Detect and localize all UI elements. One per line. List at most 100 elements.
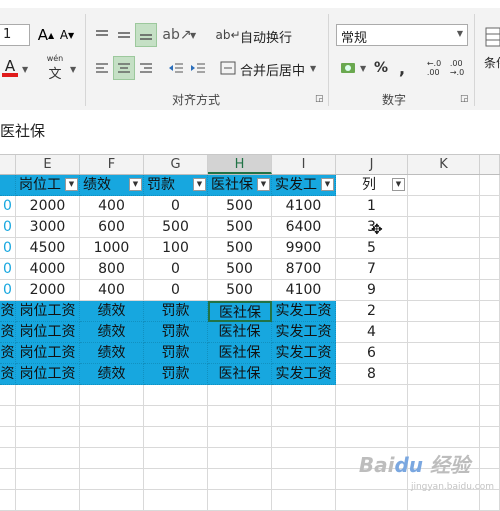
empty-cell[interactable]	[272, 469, 336, 490]
empty-cell[interactable]	[408, 301, 480, 322]
empty-cell[interactable]	[336, 406, 408, 427]
column-header-L[interactable]	[480, 155, 500, 174]
label-cell[interactable]: 岗位工资	[16, 364, 80, 385]
empty-cell[interactable]	[408, 196, 480, 217]
empty-cell[interactable]	[272, 427, 336, 448]
empty-cell[interactable]	[208, 406, 272, 427]
data-cell[interactable]: 0	[144, 259, 208, 280]
cell-D[interactable]: 0	[0, 196, 16, 217]
wrap-text-button[interactable]: 自动换行	[240, 27, 292, 46]
label-cell[interactable]: 实发工资	[272, 301, 336, 322]
column-header-I[interactable]: I	[272, 155, 336, 174]
conditional-format-icon[interactable]	[484, 24, 500, 50]
data-cell[interactable]: 500	[144, 217, 208, 238]
empty-cell[interactable]	[480, 238, 500, 259]
empty-cell[interactable]	[80, 406, 144, 427]
data-cell[interactable]: 8	[336, 364, 408, 385]
align-bottom-icon[interactable]	[135, 23, 157, 47]
empty-cell[interactable]	[144, 469, 208, 490]
align-top-icon[interactable]	[92, 24, 112, 46]
merge-center-button[interactable]: 合并后居中	[240, 60, 305, 79]
empty-cell[interactable]	[0, 427, 16, 448]
empty-cell[interactable]	[480, 322, 500, 343]
empty-cell[interactable]	[144, 490, 208, 511]
empty-cell[interactable]	[480, 280, 500, 301]
header-cell[interactable]: 罚款 ▼	[144, 175, 208, 196]
empty-cell[interactable]	[408, 364, 480, 385]
wrap-text-icon[interactable]: ab↵	[215, 24, 240, 46]
label-cell[interactable]: 实发工资	[272, 322, 336, 343]
empty-cell[interactable]	[16, 490, 80, 511]
empty-cell[interactable]	[408, 175, 480, 196]
label-cell[interactable]: 罚款	[144, 364, 208, 385]
accounting-dropdown-icon[interactable]: ▼	[360, 64, 366, 73]
empty-cell[interactable]	[0, 469, 16, 490]
data-cell[interactable]: 0	[144, 280, 208, 301]
empty-cell[interactable]	[16, 406, 80, 427]
data-cell[interactable]: 500	[208, 259, 272, 280]
label-cell-D[interactable]: 资	[0, 322, 16, 343]
filter-dropdown-icon[interactable]: ▼	[321, 178, 334, 191]
data-cell[interactable]: 600	[80, 217, 144, 238]
percent-button[interactable]: %	[372, 57, 390, 79]
column-header-J[interactable]: J	[336, 155, 408, 174]
filter-dropdown-icon[interactable]: ▼	[129, 178, 142, 191]
data-cell[interactable]: 2	[336, 301, 408, 322]
align-center-icon[interactable]	[113, 56, 135, 80]
empty-cell[interactable]	[480, 406, 500, 427]
label-cell[interactable]: 罚款	[144, 301, 208, 322]
empty-cell[interactable]	[408, 385, 480, 406]
empty-cell[interactable]	[408, 427, 480, 448]
column-header-E[interactable]: E	[16, 155, 80, 174]
font-color-button[interactable]: A	[0, 58, 20, 78]
empty-cell[interactable]	[272, 490, 336, 511]
data-cell[interactable]: 2000	[16, 280, 80, 301]
empty-cell[interactable]	[408, 259, 480, 280]
empty-cell[interactable]	[272, 385, 336, 406]
merge-dropdown-icon[interactable]: ▼	[310, 64, 316, 73]
data-cell[interactable]: 500	[208, 217, 272, 238]
column-header-G[interactable]: G	[144, 155, 208, 174]
data-cell[interactable]: 800	[80, 259, 144, 280]
align-right-icon[interactable]	[136, 57, 156, 79]
header-cell[interactable]: 绩效 ▼	[80, 175, 144, 196]
data-cell[interactable]: 4	[336, 322, 408, 343]
empty-cell[interactable]	[408, 217, 480, 238]
empty-cell[interactable]	[480, 301, 500, 322]
empty-cell[interactable]	[16, 469, 80, 490]
header-cell[interactable]: 列 ▼	[336, 175, 408, 196]
data-cell[interactable]: 500	[208, 196, 272, 217]
cell-header-D[interactable]	[0, 175, 16, 196]
data-cell[interactable]: 7	[336, 259, 408, 280]
filter-dropdown-icon[interactable]: ▼	[257, 178, 270, 191]
header-cell[interactable]: 岗位工 ▼	[16, 175, 80, 196]
label-cell-D[interactable]: 资	[0, 343, 16, 364]
data-cell[interactable]: 9	[336, 280, 408, 301]
empty-cell[interactable]	[408, 238, 480, 259]
empty-cell[interactable]	[144, 427, 208, 448]
data-cell[interactable]: 1000	[80, 238, 144, 259]
cell-D[interactable]: 0	[0, 238, 16, 259]
number-dialog-launcher-icon[interactable]: ◲	[460, 94, 469, 104]
cell-D[interactable]: 0	[0, 280, 16, 301]
label-cell[interactable]: 实发工资	[272, 364, 336, 385]
empty-cell[interactable]	[208, 490, 272, 511]
empty-cell[interactable]	[16, 448, 80, 469]
accounting-format-icon[interactable]	[338, 57, 358, 79]
empty-cell[interactable]	[144, 385, 208, 406]
filter-dropdown-icon[interactable]: ▼	[65, 178, 78, 191]
data-cell[interactable]: 8700	[272, 259, 336, 280]
label-cell[interactable]: 岗位工资	[16, 322, 80, 343]
shrink-font-button[interactable]: A ▼	[58, 24, 76, 46]
column-header-H[interactable]: H	[208, 155, 272, 174]
cell-D[interactable]: 0	[0, 217, 16, 238]
empty-cell[interactable]	[408, 343, 480, 364]
data-cell[interactable]: 3000	[16, 217, 80, 238]
data-cell[interactable]: 0	[144, 196, 208, 217]
phonetic-dropdown-icon[interactable]: ▼	[70, 65, 76, 74]
empty-cell[interactable]	[208, 469, 272, 490]
align-middle-icon[interactable]	[114, 24, 134, 46]
column-header-K[interactable]: K	[408, 155, 480, 174]
label-cell-D[interactable]: 资	[0, 301, 16, 322]
decrease-indent-icon[interactable]	[166, 57, 186, 79]
